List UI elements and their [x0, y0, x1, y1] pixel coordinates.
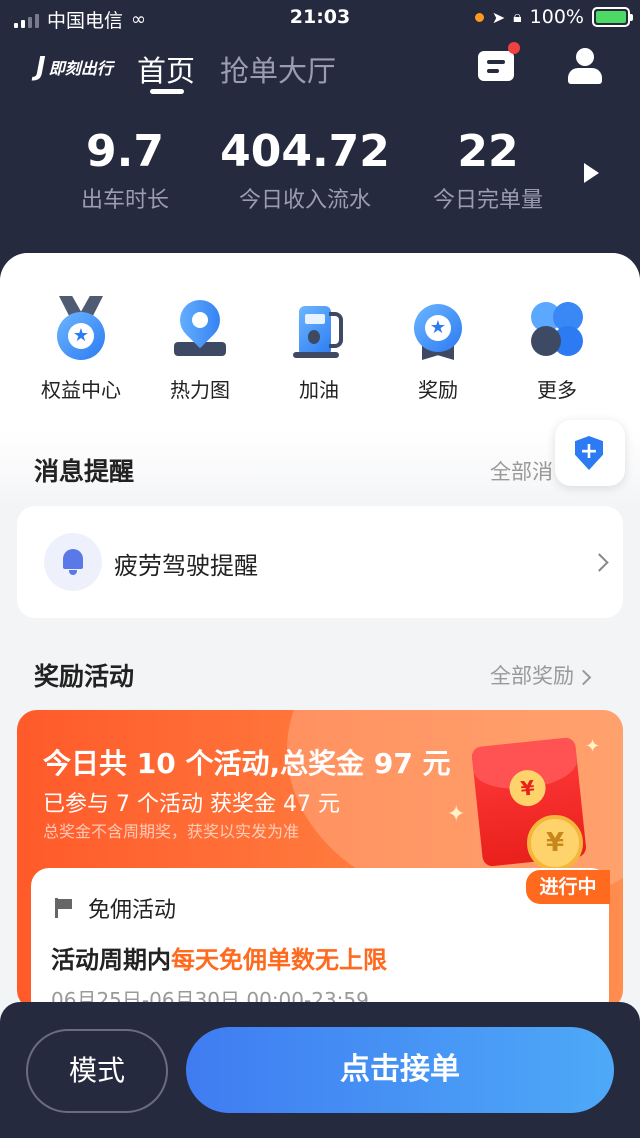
- quick-action-fuel[interactable]: 加油: [264, 300, 374, 403]
- tab-home-label: 首页: [137, 54, 196, 88]
- chevron-right-icon: [590, 553, 609, 572]
- chat-bubble-icon: [478, 51, 514, 81]
- messages-section-title: 消息提醒: [34, 457, 135, 486]
- message-text: 疲劳驾驶提醒: [114, 552, 258, 580]
- promo-summary: 今日共 10 个活动,总奖金 97 元: [43, 747, 451, 780]
- stat-income[interactable]: 404.72 今日收入流水: [210, 126, 400, 214]
- chevron-right-icon: [575, 669, 592, 685]
- promo-note: 总奖金不含周期奖，获奖以实发为准: [43, 822, 300, 841]
- rewards-section-title: 奖励活动: [34, 662, 135, 691]
- coin-icon: ¥: [527, 815, 583, 871]
- stat-label: 出车时长: [80, 188, 169, 213]
- status-bar: 中国电信 ∞ 21:03 ➤ 🔒︎ 100%: [0, 0, 640, 36]
- battery-icon: [592, 7, 633, 27]
- safety-center-button[interactable]: +: [555, 420, 625, 486]
- location-arrow-icon: ➤: [491, 7, 506, 27]
- quick-action-label: 热力图: [170, 378, 230, 402]
- play-arrow-icon[interactable]: [584, 163, 599, 183]
- rewards-view-all[interactable]: 全部奖励: [490, 660, 592, 690]
- map-pin-icon: [170, 291, 230, 360]
- rewards-promo-card[interactable]: 今日共 10 个活动,总奖金 97 元 已参与 7 个活动 获奖金 47 元 总…: [17, 710, 623, 1010]
- stat-value: 404.72: [220, 126, 390, 177]
- accept-order-button[interactable]: 点击接单: [186, 1027, 614, 1113]
- stat-orders[interactable]: 22 今日完单量: [410, 126, 566, 214]
- quick-action-more[interactable]: 更多: [502, 300, 612, 403]
- flag-icon: [55, 898, 73, 918]
- quick-action-label: 更多: [537, 378, 577, 402]
- status-badge: 进行中: [526, 870, 610, 904]
- sparkle-icon: ✦: [585, 736, 601, 757]
- activity-title: 免佣活动: [88, 898, 177, 923]
- quick-action-label: 权益中心: [41, 378, 121, 402]
- quick-action-rewards[interactable]: ★ 奖励: [383, 300, 493, 403]
- stat-label: 今日完单量: [432, 188, 543, 213]
- user-icon: [576, 48, 594, 66]
- mode-button[interactable]: 模式: [26, 1029, 168, 1113]
- activity-description: 活动周期内每天免佣单数无上限: [51, 940, 387, 975]
- status-right: ➤ 🔒︎ 100%: [474, 6, 633, 28]
- message-button[interactable]: [478, 42, 520, 84]
- more-icon: [527, 300, 587, 360]
- activity-description-prefix: 活动周期内: [51, 946, 171, 974]
- activity-card[interactable]: 免佣活动 活动周期内每天免佣单数无上限 06月25日-06月30日 00:00-…: [31, 868, 609, 1010]
- quick-action-label: 加油: [299, 378, 339, 402]
- rewards-view-all-label: 全部奖励: [490, 664, 574, 688]
- fuel-pump-icon: [289, 300, 349, 360]
- tab-order-hall-label: 抢单大厅: [220, 54, 337, 88]
- quick-action-label: 奖励: [418, 378, 458, 402]
- app-logo: J 即刻出行: [36, 52, 113, 82]
- logo-text: 即刻出行: [48, 59, 113, 78]
- profile-button[interactable]: [566, 46, 604, 86]
- stat-label: 今日收入流水: [238, 188, 371, 213]
- activity-description-highlight: 每天免佣单数无上限: [171, 946, 387, 974]
- messages-view-all[interactable]: 全部消: [490, 456, 553, 486]
- sparkle-icon: ✦: [447, 802, 466, 827]
- location-active-dot: [474, 12, 484, 22]
- logo-mark-icon: J: [36, 52, 46, 82]
- stat-value: 22: [457, 126, 519, 177]
- tab-home[interactable]: 首页: [137, 48, 196, 94]
- active-tab-indicator: [150, 89, 184, 94]
- battery-percent: 100%: [529, 6, 584, 28]
- stat-drive-time[interactable]: 9.7 出车时长: [50, 126, 200, 214]
- orientation-lock-icon: 🔒︎: [513, 7, 522, 26]
- bell-icon: [44, 533, 102, 591]
- quick-action-heatmap[interactable]: 热力图: [145, 291, 255, 403]
- medal-icon: ★: [51, 296, 111, 360]
- message-item[interactable]: 疲劳驾驶提醒: [17, 506, 623, 618]
- stat-value: 9.7: [86, 126, 164, 177]
- unread-dot: [508, 42, 520, 54]
- award-icon: ★: [408, 300, 468, 360]
- quick-action-benefits[interactable]: ★ 权益中心: [26, 296, 136, 403]
- promo-joined: 已参与 7 个活动 获奖金 47 元: [43, 792, 340, 817]
- tab-order-hall[interactable]: 抢单大厅: [220, 48, 336, 90]
